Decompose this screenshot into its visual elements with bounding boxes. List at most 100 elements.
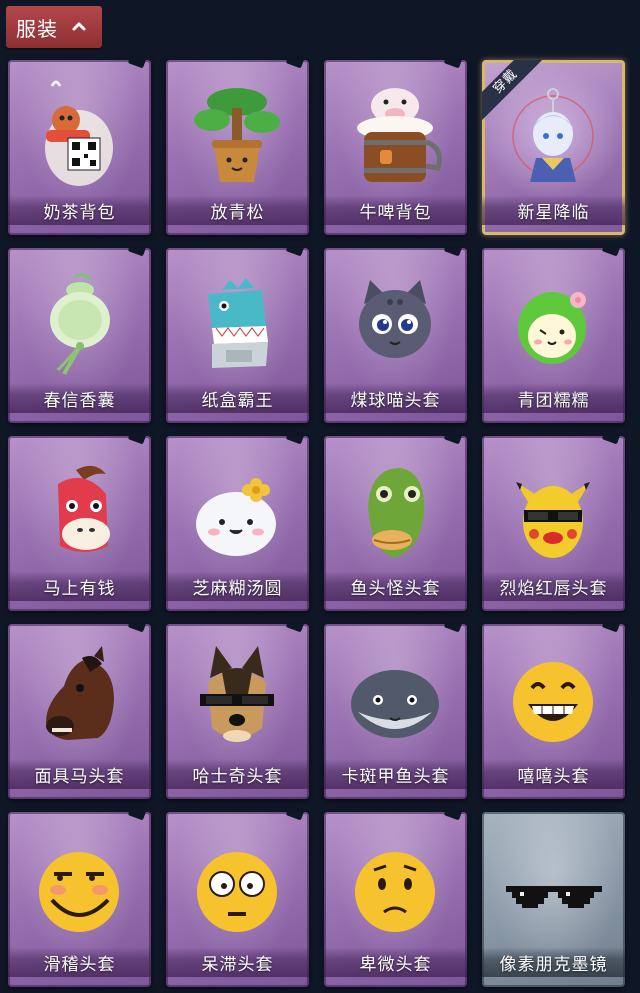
item-card-horse-mask[interactable]: 面具马头套 — [8, 624, 151, 799]
coal-cat-mask-icon — [359, 280, 431, 358]
chevron-up-icon — [72, 22, 86, 31]
item-label-band: 呆滞头套 — [166, 947, 309, 977]
item-card-grin-emoji-mask[interactable]: 嘻嘻头套 — [482, 624, 625, 799]
item-label-band: 青团糯糯 — [482, 383, 625, 413]
item-label: 呆滞头套 — [201, 954, 274, 975]
category-tab-label: 服装 — [16, 16, 58, 41]
item-label: 滑稽头套 — [43, 954, 116, 975]
potted-pine-icon — [194, 88, 280, 182]
item-card-cow-beer-backpack[interactable]: 牛啤背包 — [324, 60, 467, 235]
item-label: 哈士奇头套 — [192, 766, 283, 787]
card-tear — [443, 812, 463, 821]
sesame-dumpling-icon — [196, 478, 276, 556]
card-tear — [285, 624, 305, 633]
item-label: 放青松 — [210, 202, 265, 223]
milk-tea-backpack-icon — [45, 80, 113, 186]
item-label: 纸盒霸王 — [201, 390, 274, 411]
card-tear — [601, 248, 621, 257]
item-label: 卑微头套 — [359, 954, 432, 975]
item-label-band: 纸盒霸王 — [166, 383, 309, 413]
item-label-band: 牛啤背包 — [324, 195, 467, 225]
item-label-band: 烈焰红唇头套 — [482, 571, 625, 601]
item-label-band: 嘻嘻头套 — [482, 759, 625, 789]
card-tear — [443, 60, 463, 69]
humble-emoji-mask-icon — [355, 852, 435, 932]
green-dumpling-icon — [518, 292, 586, 364]
card-tear — [127, 812, 147, 821]
item-label-band: 滑稽头套 — [8, 947, 151, 977]
turtle-mask-icon — [351, 670, 439, 738]
item-label: 春信香囊 — [43, 390, 116, 411]
item-card-spring-sachet[interactable]: 春信香囊 — [8, 248, 151, 423]
item-label-band: 鱼头怪头套 — [324, 571, 467, 601]
item-label: 芝麻糊汤圆 — [192, 578, 283, 599]
category-tab-outfit[interactable]: 服装 — [6, 6, 102, 48]
item-label: 新星降临 — [517, 202, 590, 223]
funny-emoji-mask-icon — [39, 852, 119, 932]
grin-emoji-mask-icon — [513, 662, 593, 742]
item-card-turtle-mask[interactable]: 卡斑甲鱼头套 — [324, 624, 467, 799]
item-card-new-star-charm[interactable]: 穿戴 新星降临 — [482, 60, 625, 235]
item-card-funny-emoji-mask[interactable]: 滑稽头套 — [8, 812, 151, 987]
card-tear — [285, 436, 305, 445]
item-card-humble-emoji-mask[interactable]: 卑微头套 — [324, 812, 467, 987]
card-tear — [285, 248, 305, 257]
card-tear — [443, 624, 463, 633]
card-tear — [285, 812, 305, 821]
item-label-band: 面具马头套 — [8, 759, 151, 789]
item-card-dazed-emoji-mask[interactable]: 呆滞头套 — [166, 812, 309, 987]
cardboard-dino-icon — [208, 278, 268, 368]
item-label: 马上有钱 — [43, 578, 116, 599]
item-label: 嘻嘻头套 — [517, 766, 590, 787]
card-tear — [127, 436, 147, 445]
cow-beer-backpack-icon — [357, 88, 442, 182]
item-label: 煤球喵头套 — [350, 390, 441, 411]
item-card-green-dumpling[interactable]: 青团糯糯 — [482, 248, 625, 423]
item-card-fish-head-mask[interactable]: 鱼头怪头套 — [324, 436, 467, 611]
red-lips-mask-icon — [516, 482, 590, 558]
fish-head-mask-icon — [368, 468, 425, 558]
item-card-milk-tea-backpack[interactable]: 奶茶背包 — [8, 60, 151, 235]
item-label: 像素朋克墨镜 — [499, 954, 608, 975]
worn-badge: 穿戴 — [482, 60, 546, 124]
item-card-coal-cat-mask[interactable]: 煤球喵头套 — [324, 248, 467, 423]
item-label-band: 新星降临 — [482, 195, 625, 225]
worn-badge-wrap: 穿戴 — [482, 60, 546, 124]
item-card-lucky-horse[interactable]: 马上有钱 — [8, 436, 151, 611]
dazed-emoji-mask-icon — [197, 852, 277, 932]
lucky-horse-icon — [58, 465, 110, 552]
item-card-sesame-dumpling[interactable]: 芝麻糊汤圆 — [166, 436, 309, 611]
item-label-band: 卑微头套 — [324, 947, 467, 977]
card-tear — [601, 436, 621, 445]
spring-sachet-icon — [50, 273, 110, 375]
item-label-band: 煤球喵头套 — [324, 383, 467, 413]
item-label-band: 卡斑甲鱼头套 — [324, 759, 467, 789]
item-card-red-lips-mask[interactable]: 烈焰红唇头套 — [482, 436, 625, 611]
item-card-pixel-sunglasses[interactable]: 像素朋克墨镜 — [482, 812, 625, 987]
item-label-band: 像素朋克墨镜 — [482, 947, 625, 977]
item-card-husky-mask[interactable]: 哈士奇头套 — [166, 624, 309, 799]
card-tear — [443, 248, 463, 257]
card-tear — [601, 624, 621, 633]
item-label: 青团糯糯 — [517, 390, 590, 411]
item-label-band: 哈士奇头套 — [166, 759, 309, 789]
card-tear — [443, 436, 463, 445]
item-label: 牛啤背包 — [359, 202, 432, 223]
horse-mask-icon — [46, 646, 114, 740]
item-label: 面具马头套 — [34, 766, 125, 787]
item-card-potted-pine[interactable]: 放青松 — [166, 60, 309, 235]
item-label: 鱼头怪头套 — [350, 578, 441, 599]
item-label-band: 芝麻糊汤圆 — [166, 571, 309, 601]
item-label: 烈焰红唇头套 — [499, 578, 608, 599]
card-tear — [127, 60, 147, 69]
item-card-cardboard-dino[interactable]: 纸盒霸王 — [166, 248, 309, 423]
pixel-sunglasses-icon — [506, 886, 602, 908]
item-label-band: 放青松 — [166, 195, 309, 225]
card-tear — [127, 248, 147, 257]
item-label: 卡斑甲鱼头套 — [341, 766, 450, 787]
card-tear — [127, 624, 147, 633]
item-label-band: 马上有钱 — [8, 571, 151, 601]
item-label: 奶茶背包 — [43, 202, 116, 223]
outfit-grid: 奶茶背包 放青松 牛啤背包 穿戴 新星降临 春信香囊 纸盒霸王 煤球喵头套 青团… — [0, 0, 640, 993]
husky-mask-icon — [200, 646, 274, 742]
